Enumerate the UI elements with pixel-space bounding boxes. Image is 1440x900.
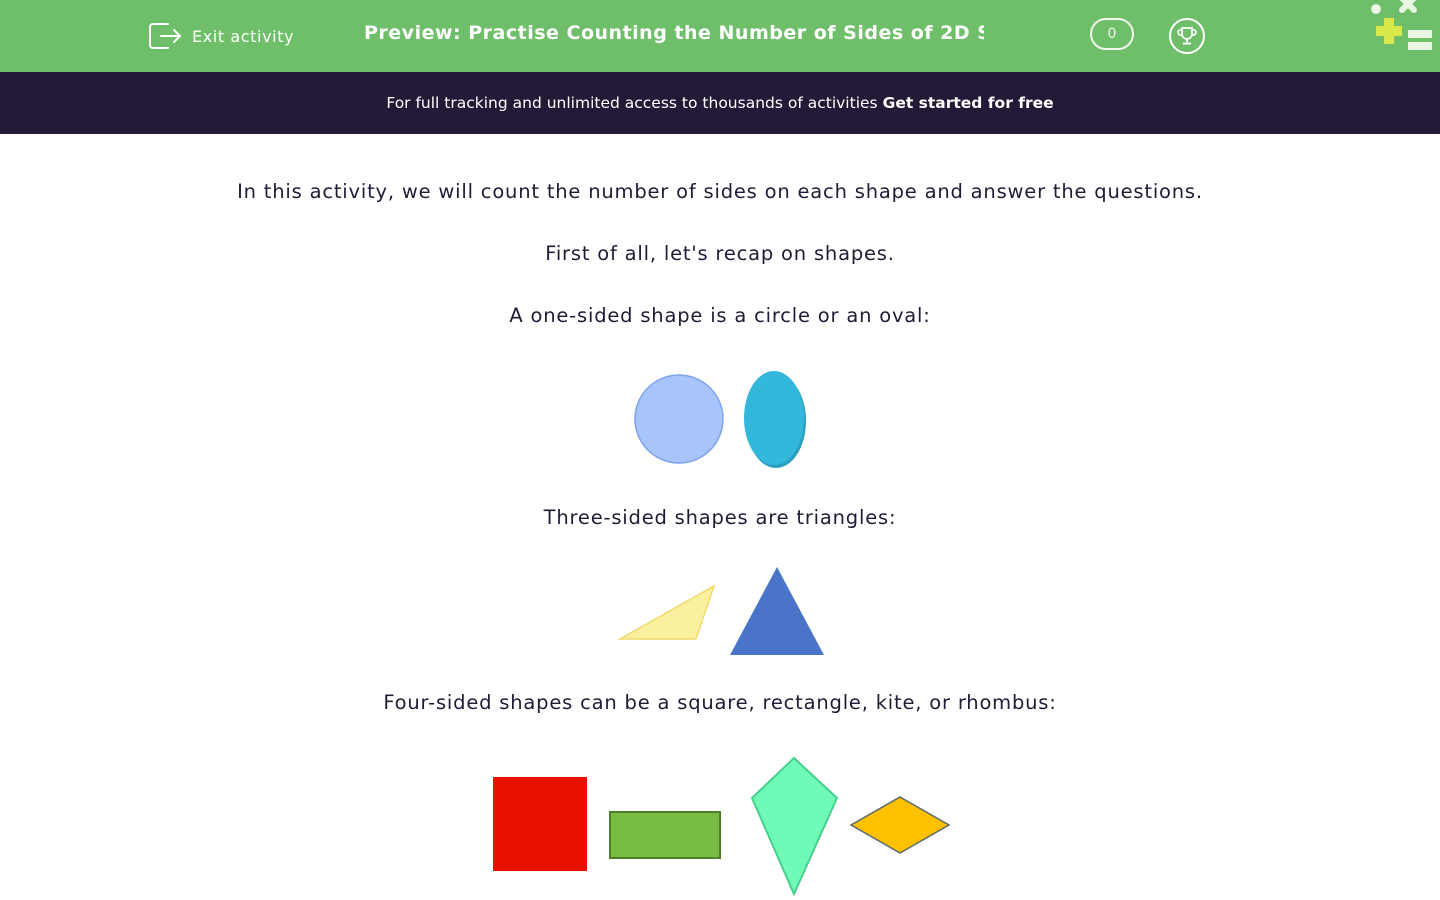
three-sided-text: Three-sided shapes are triangles: xyxy=(543,506,897,529)
promo-text: For full tracking and unlimited access t… xyxy=(386,94,878,112)
activity-title: Preview: Practise Counting the Number of… xyxy=(364,22,984,44)
score-badge: 0 xyxy=(1090,18,1134,50)
equilateral-triangle-shape xyxy=(730,567,824,655)
kite-shape xyxy=(750,756,839,897)
trophy-icon xyxy=(1177,27,1197,45)
promo-banner: For full tracking and unlimited access t… xyxy=(0,72,1440,134)
oval-shape xyxy=(744,371,806,468)
one-sided-text: A one-sided shape is a circle or an oval… xyxy=(509,304,931,327)
exit-activity-button[interactable]: Exit activity xyxy=(148,20,294,52)
exit-icon xyxy=(149,23,181,49)
scalene-triangle-shape xyxy=(617,584,716,640)
edplace-logo xyxy=(1371,0,1432,50)
top-bar: Exit activity Preview: Practise Counting… xyxy=(0,0,1440,72)
recap-text: First of all, let's recap on shapes. xyxy=(545,242,895,265)
intro-text: In this activity, we will count the numb… xyxy=(237,180,1203,203)
rectangle-shape xyxy=(609,811,721,859)
exit-activity-label: Exit activity xyxy=(192,26,295,46)
four-sided-text: Four-sided shapes can be a square, recta… xyxy=(383,691,1057,714)
rhombus-shape xyxy=(849,796,951,854)
trophy-button[interactable] xyxy=(1169,18,1205,54)
circle-shape xyxy=(634,374,724,464)
get-started-link[interactable]: Get started for free xyxy=(883,94,1054,112)
square-shape xyxy=(493,777,587,871)
